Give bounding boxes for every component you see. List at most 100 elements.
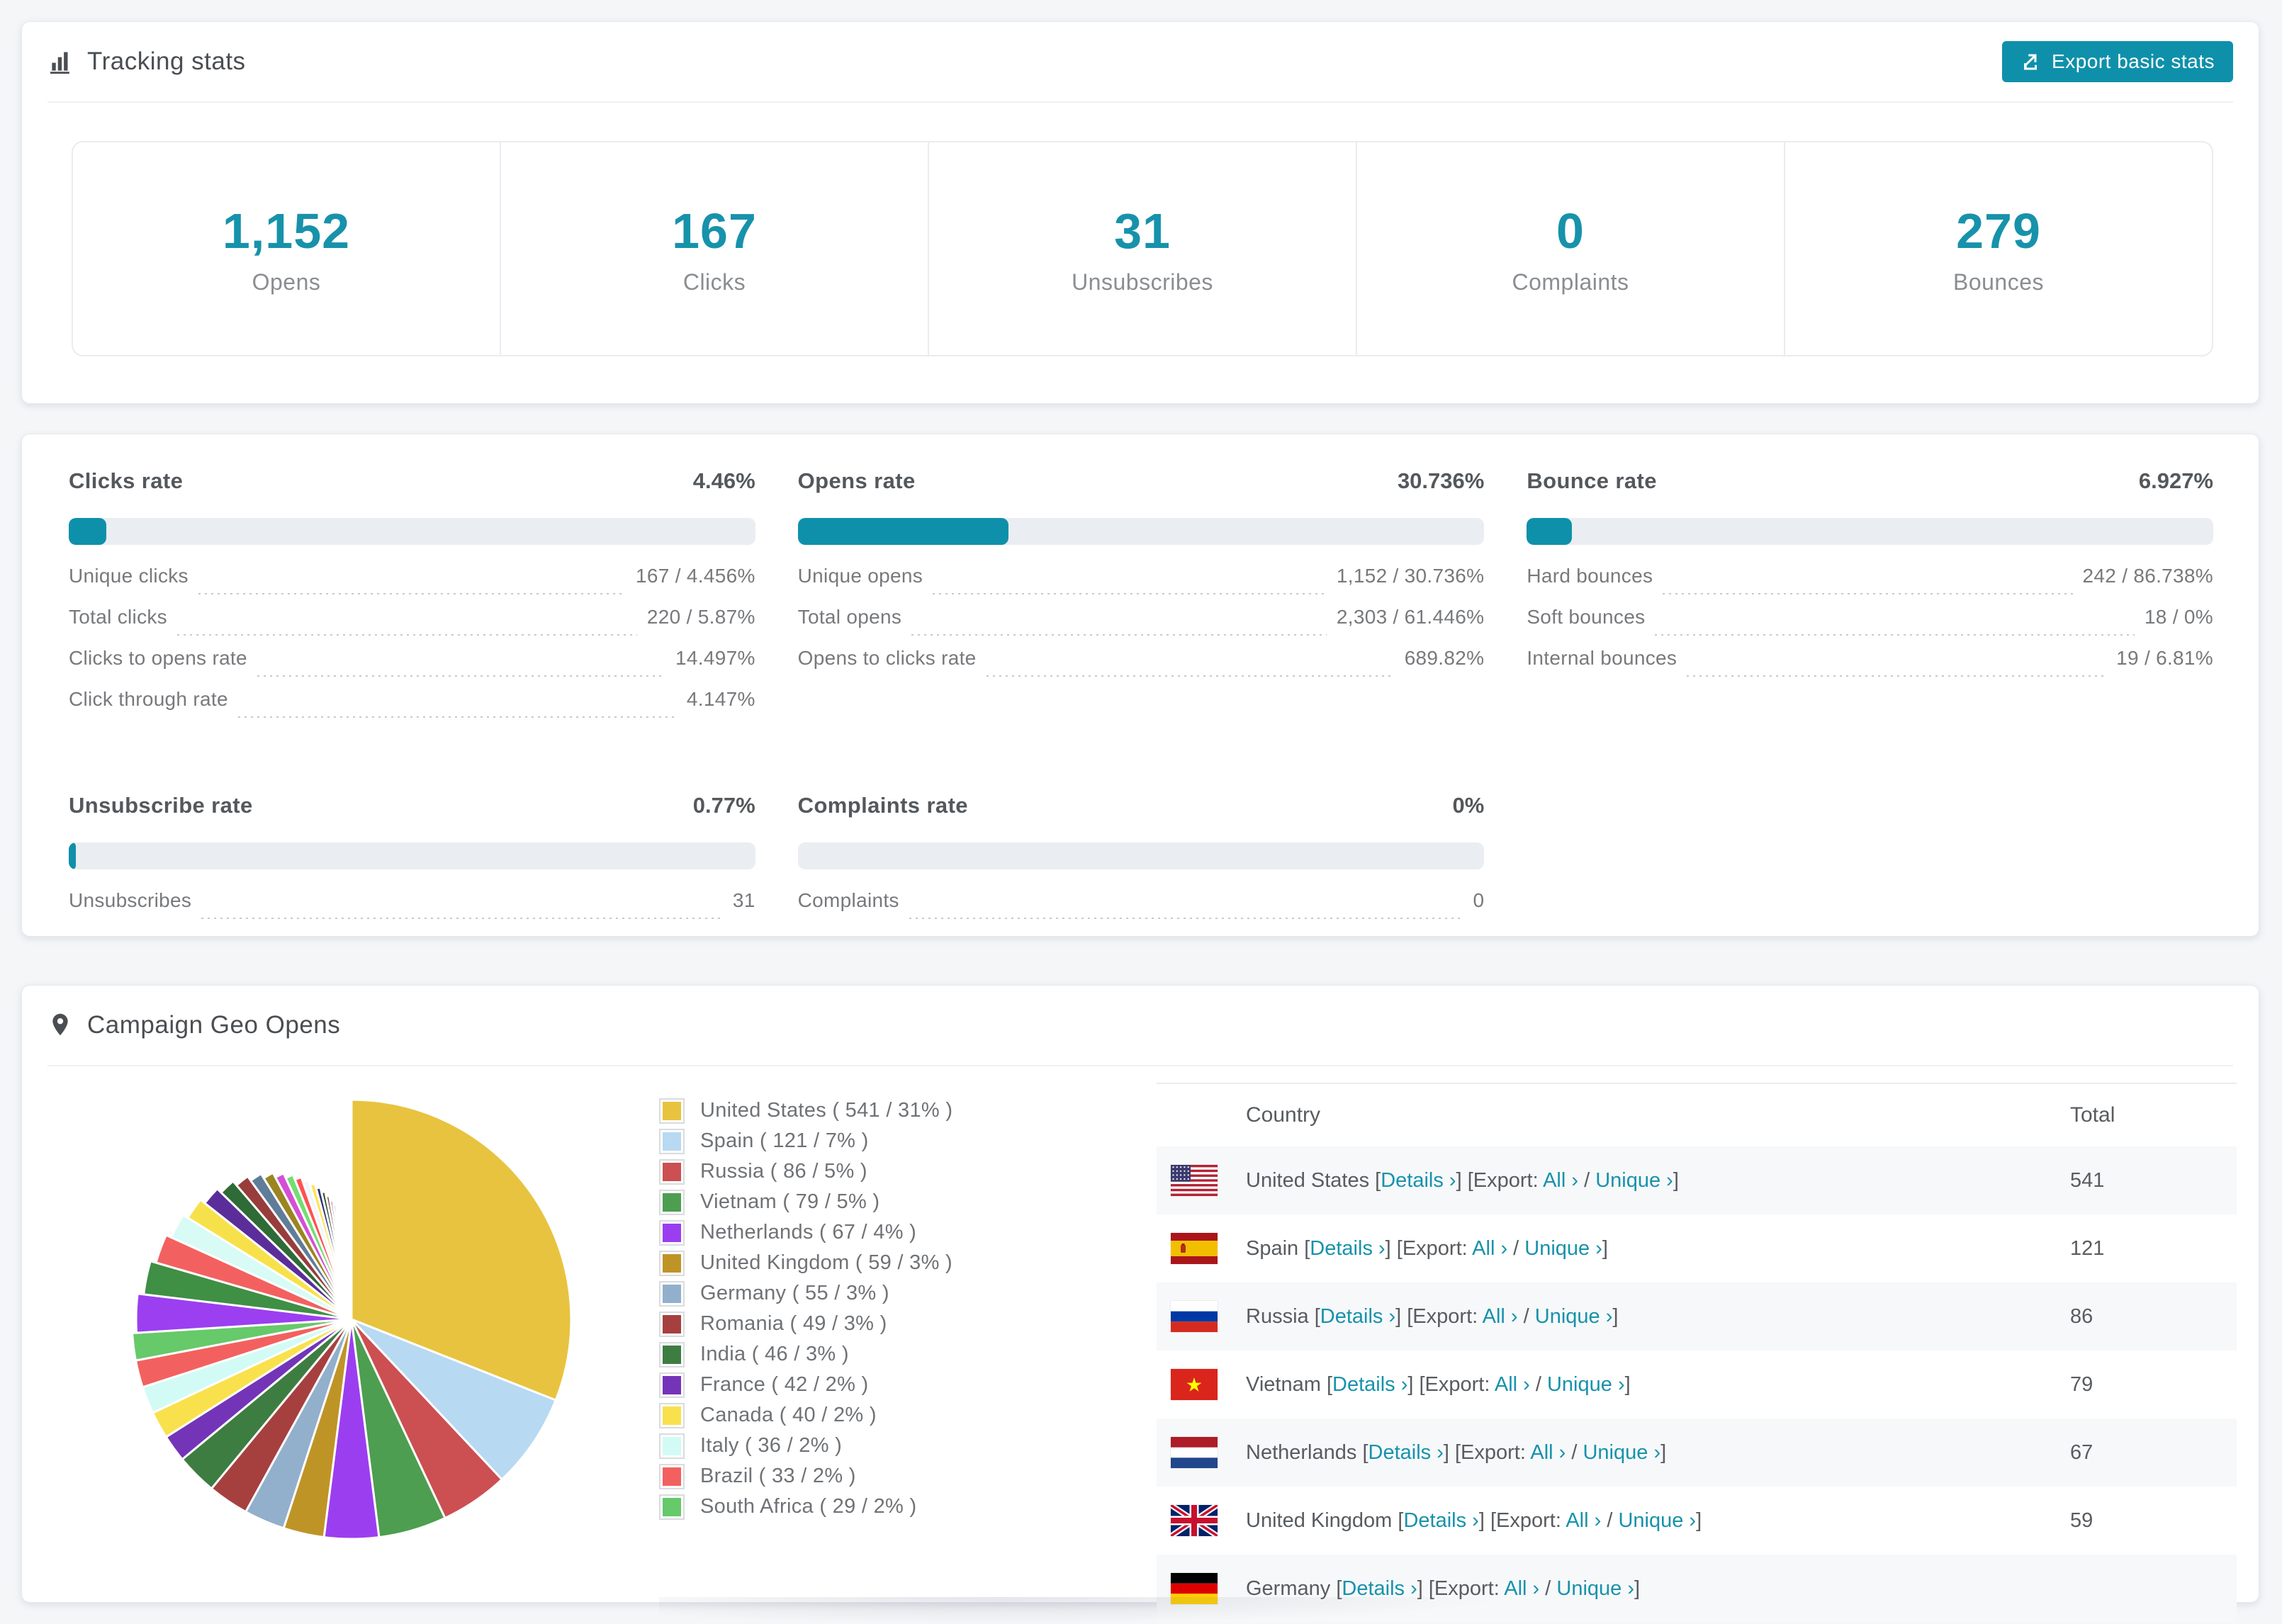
detail-value: 2,303 / 61.446%: [1336, 606, 1485, 628]
details-link[interactable]: Details ›: [1403, 1509, 1478, 1532]
rate-detail-row: Clicks to opens rate 14.497%: [69, 647, 755, 688]
total-cell: 541: [2070, 1168, 2105, 1192]
rate-value: 4.46%: [692, 468, 755, 493]
stat-value: 167: [672, 203, 757, 259]
page-title: Tracking stats: [87, 47, 246, 75]
export-unique-link[interactable]: Unique ›: [1618, 1509, 1696, 1532]
country-cell: Russia [Details ›] [Export: All › / Uniq…: [1157, 1301, 2070, 1332]
rate-value: 0%: [1452, 793, 1485, 818]
detail-value: 1,152 / 30.736%: [1336, 565, 1485, 587]
stat-label: Clicks: [682, 269, 746, 295]
stat-cell-opens: 1,152 Opens: [73, 142, 501, 355]
export-unique-link[interactable]: Unique ›: [1556, 1577, 1634, 1600]
country-column-header: Country: [1246, 1103, 1321, 1127]
rate-head: Opens rate 30.736%: [798, 468, 1485, 494]
export-unique-link[interactable]: Unique ›: [1595, 1169, 1673, 1192]
details-link[interactable]: Details ›: [1310, 1237, 1385, 1260]
country-name-and-links: Vietnam [Details ›] [Export: All › / Uni…: [1246, 1372, 1631, 1396]
geo-header: Campaign Geo Opens: [47, 986, 2233, 1066]
export-basic-stats-button[interactable]: Export basic stats: [2002, 41, 2233, 82]
rate-detail-row: Total clicks 220 / 5.87%: [69, 606, 755, 647]
detail-value: 242 / 86.738%: [2082, 565, 2213, 587]
flag-ru-icon: [1171, 1301, 1218, 1332]
detail-value: 19 / 6.81%: [2116, 647, 2213, 669]
legend-label: Germany ( 55 / 3% ): [700, 1282, 889, 1304]
rate-rows: Unique opens 1,152 / 30.736% Total opens…: [798, 565, 1485, 688]
details-link[interactable]: Details ›: [1342, 1577, 1417, 1600]
legend-label: France ( 42 / 2% ): [700, 1373, 869, 1396]
stat-value: 0: [1556, 203, 1585, 259]
export-unique-link[interactable]: Unique ›: [1524, 1237, 1602, 1260]
detail-label: Unique opens: [797, 565, 923, 587]
rate-title: Complaints rate: [797, 793, 968, 818]
export-all-link[interactable]: All ›: [1495, 1373, 1530, 1396]
geo-table-row-gb: United Kingdom [Details ›] [Export: All …: [1157, 1487, 2237, 1555]
details-link[interactable]: Details ›: [1381, 1169, 1456, 1192]
legend-swatch: [661, 1221, 683, 1244]
rate-progress-bar: [797, 842, 1485, 869]
export-all-link[interactable]: All ›: [1543, 1169, 1578, 1192]
tracking-stats-header: Tracking stats Export basic stats: [47, 22, 2233, 103]
export-all-link[interactable]: All ›: [1472, 1237, 1507, 1260]
details-link[interactable]: Details ›: [1320, 1305, 1395, 1328]
country-name: United States: [1246, 1168, 1370, 1192]
page-bottom-shadow: [659, 1597, 1510, 1624]
export-all-link[interactable]: All ›: [1483, 1305, 1518, 1328]
pie-legend: United States ( 541 / 31% ) Spain ( 121 …: [661, 1095, 1157, 1522]
detail-label: Hard bounces: [1527, 565, 1653, 587]
legend-swatch: [661, 1465, 683, 1488]
rate-detail-row: Opens to clicks rate 689.82%: [798, 647, 1485, 688]
rate-detail-row: Click through rate 4.147%: [69, 688, 755, 729]
export-unique-link[interactable]: Unique ›: [1535, 1305, 1613, 1328]
flag-nl-icon: [1171, 1437, 1218, 1468]
rate-value: 6.927%: [2138, 468, 2213, 493]
stat-cell-unsubscribes: 31 Unsubscribes: [929, 142, 1357, 355]
country-name: Russia: [1246, 1304, 1309, 1328]
geo-opens-pie-chart[interactable]: [119, 1087, 584, 1552]
legend-label: India ( 46 / 3% ): [700, 1343, 849, 1365]
rate-title: Opens rate: [797, 468, 916, 493]
rate-value: 0.77%: [692, 793, 755, 818]
detail-label: Total clicks: [69, 606, 167, 628]
rate-title: Clicks rate: [69, 468, 184, 493]
rate-head: Complaints rate 0%: [798, 793, 1485, 818]
geo-table-row-us: United States [Details ›] [Export: All ›…: [1157, 1146, 2237, 1214]
export-unique-link[interactable]: Unique ›: [1583, 1441, 1660, 1464]
legend-swatch: [661, 1099, 683, 1122]
legend-item-italy: Italy ( 36 / 2% ): [661, 1431, 1157, 1461]
rate-detail-row: Soft bounces 18 / 0%: [1527, 606, 2213, 647]
stat-label: Opens: [252, 269, 321, 295]
export-unique-link[interactable]: Unique ›: [1547, 1373, 1625, 1396]
total-cell: 79: [2070, 1372, 2093, 1396]
map-pin-icon: [47, 1012, 74, 1039]
flag-gb-icon: [1171, 1505, 1218, 1536]
rate-detail-row: Complaints 0: [798, 889, 1485, 930]
details-link[interactable]: Details ›: [1332, 1373, 1407, 1396]
country-name: Spain: [1246, 1236, 1299, 1260]
export-all-link[interactable]: All ›: [1504, 1577, 1539, 1600]
country-name: United Kingdom: [1246, 1509, 1393, 1532]
legend-item-vietnam: Vietnam ( 79 / 5% ): [661, 1187, 1157, 1217]
country-cell: Spain [Details ›] [Export: All › / Uniqu…: [1157, 1233, 2070, 1264]
country-name: Netherlands: [1246, 1440, 1357, 1464]
export-icon: [2020, 51, 2042, 72]
detail-label: Clicks to opens rate: [69, 647, 247, 669]
export-all-link[interactable]: All ›: [1566, 1509, 1601, 1532]
legend-label: United Kingdom ( 59 / 3% ): [700, 1251, 952, 1274]
detail-label: Opens to clicks rate: [797, 647, 977, 669]
country-cell: United Kingdom [Details ›] [Export: All …: [1157, 1505, 2070, 1536]
legend-swatch: [661, 1312, 683, 1336]
export-all-link[interactable]: All ›: [1530, 1441, 1566, 1464]
details-link[interactable]: Details ›: [1368, 1441, 1444, 1464]
country-name-and-links: Spain [Details ›] [Export: All › / Uniqu…: [1246, 1236, 1608, 1260]
country-name-and-links: United Kingdom [Details ›] [Export: All …: [1246, 1509, 1702, 1532]
detail-label: Soft bounces: [1527, 606, 1646, 628]
stat-value: 1,152: [222, 203, 351, 259]
total-cell: 59: [2070, 1509, 2093, 1532]
dotted-leader: [1663, 593, 2073, 594]
legend-swatch: [661, 1160, 683, 1183]
stat-cell-bounces: 279 Bounces: [1785, 142, 2212, 355]
dotted-leader: [237, 716, 677, 718]
rate-progress-bar: [69, 842, 755, 869]
country-name: Germany: [1246, 1577, 1331, 1600]
